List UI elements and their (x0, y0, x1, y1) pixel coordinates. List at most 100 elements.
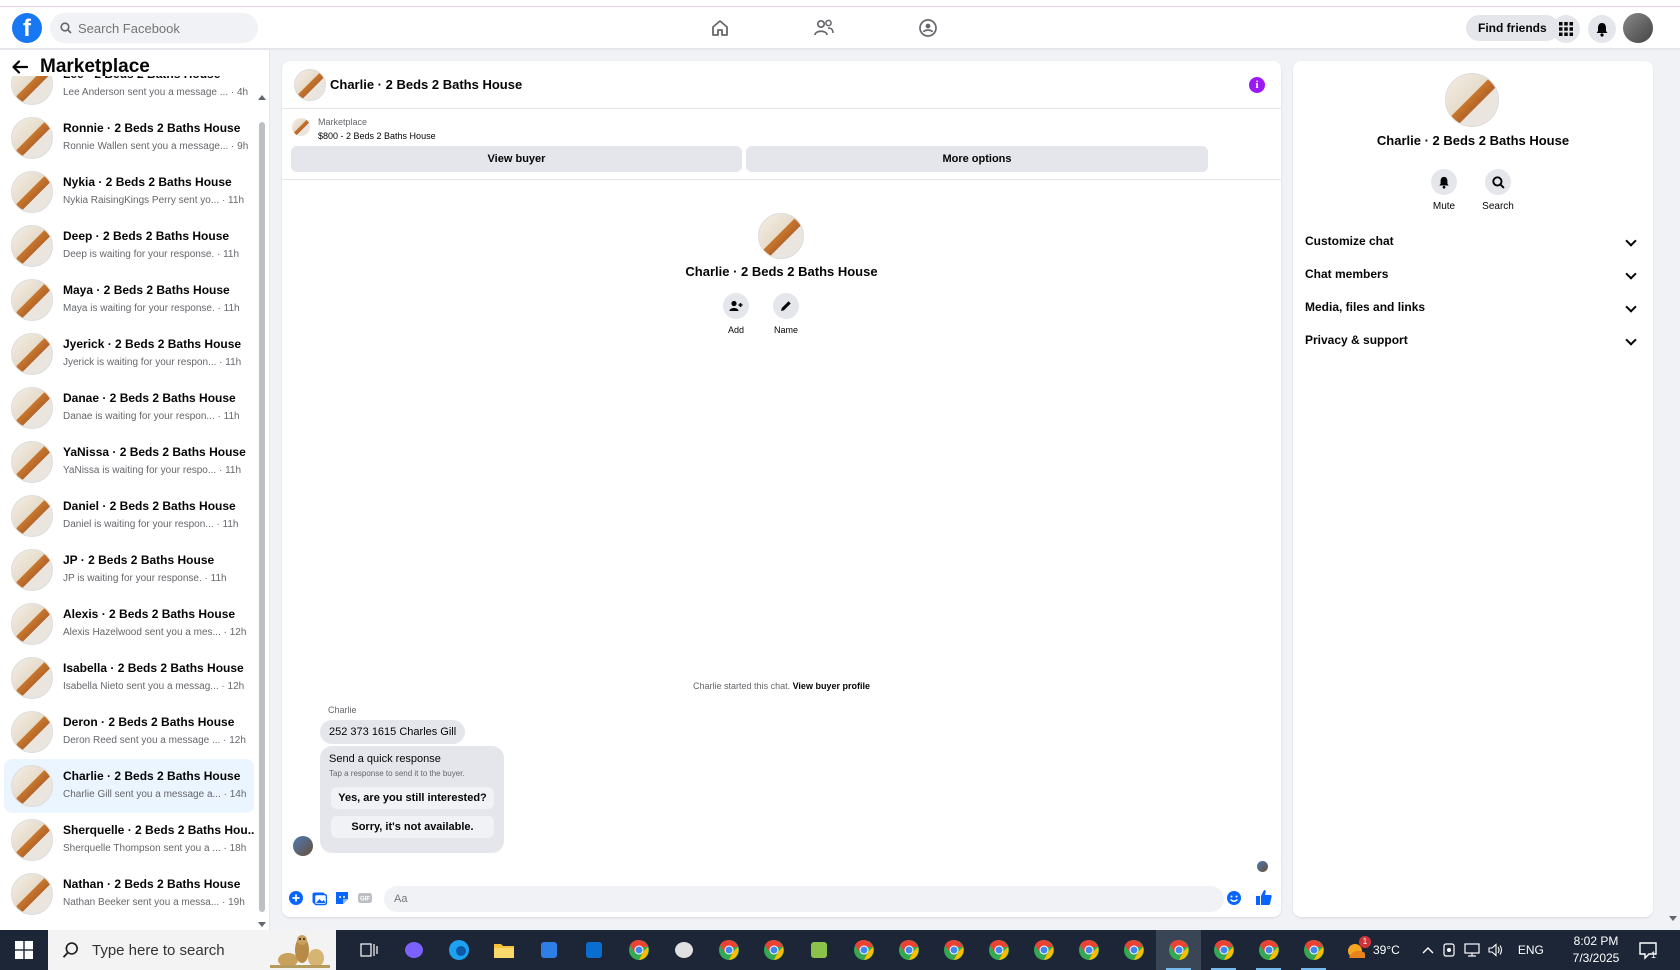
windows-logo-icon (15, 941, 33, 959)
seen-indicator (1257, 861, 1268, 872)
conversation-item[interactable]: JP · 2 Beds 2 Baths House JP is waiting f… (4, 543, 254, 597)
conversation-item[interactable]: Deep · 2 Beds 2 Baths House Deep is waiti… (4, 219, 254, 273)
photo-icon[interactable] (311, 890, 327, 906)
groups-icon[interactable] (908, 11, 948, 45)
network-icon[interactable] (1464, 943, 1480, 957)
conversation-item[interactable]: YaNissa · 2 Beds 2 Baths House YaNissa is… (4, 435, 254, 489)
view-buyer-profile-link[interactable]: View buyer profile (793, 681, 870, 691)
temperature: 39°C (1373, 943, 1400, 957)
weather-widget[interactable]: 1 39°C (1345, 936, 1400, 960)
chat-title[interactable]: Charlie · 2 Beds 2 Baths House (330, 77, 522, 92)
conversation-item[interactable]: Alexis · 2 Beds 2 Baths House Alexis Haze… (4, 597, 254, 651)
scroll-down-arrow-icon[interactable] (258, 922, 266, 928)
mute-button[interactable]: Mute (1419, 169, 1469, 212)
facebook-logo[interactable]: f (12, 13, 42, 43)
scroll-down-arrow-icon[interactable] (1669, 916, 1677, 922)
chevron-down-icon (1625, 235, 1637, 247)
search-box[interactable] (50, 13, 258, 43)
view-buyer-button[interactable]: View buyer (291, 146, 742, 172)
paint-icon[interactable] (661, 930, 706, 970)
bell-icon (1439, 176, 1449, 189)
conversation-item[interactable]: Jyerick · 2 Beds 2 Baths House Jyerick is… (4, 327, 254, 381)
taskbar-clock[interactable]: 8:02 PM 7/3/2025 (1560, 933, 1632, 967)
taskbar-search[interactable]: Type here to search (48, 930, 336, 970)
conversation-thumbnail (11, 171, 53, 213)
chrome-profile-icon[interactable] (751, 930, 796, 970)
conversation-item[interactable]: Nathan · 2 Beds 2 Baths House Nathan Beek… (4, 867, 254, 921)
customize-chat-section[interactable]: Customize chat (1305, 226, 1641, 256)
conversation-preview: Deep is waiting for your response. · 11h (63, 249, 240, 260)
emoji-icon[interactable] (1226, 890, 1242, 906)
conversation-item[interactable]: Sherquelle · 2 Beds 2 Baths Hou... Sherqu… (4, 813, 254, 867)
conversation-name: YaNissa · 2 Beds 2 Baths House (63, 445, 246, 459)
page-scrollbar[interactable] (1668, 50, 1678, 930)
conversation-preview: YaNissa is waiting for your respo... · 1… (63, 465, 242, 476)
sidebar-scrollbar[interactable] (258, 84, 266, 927)
name-chat-button[interactable]: Name (756, 293, 816, 335)
conversation-item[interactable]: Nykia · 2 Beds 2 Baths House Nykia Raisin… (4, 165, 254, 219)
scroll-thumb[interactable] (259, 122, 265, 912)
spreadsheet-app-icon[interactable] (796, 930, 841, 970)
chrome-profile-icon[interactable] (1156, 930, 1201, 970)
task-view-icon[interactable] (346, 930, 391, 970)
conversation-item[interactable]: Isabella · 2 Beds 2 Baths House Isabella … (4, 651, 254, 705)
friends-icon[interactable] (804, 11, 844, 45)
back-arrow-icon[interactable] (12, 60, 28, 74)
chrome-profile-icon[interactable] (841, 930, 886, 970)
chrome-profile-icon[interactable] (1066, 930, 1111, 970)
find-friends-button[interactable]: Find friends (1466, 15, 1559, 41)
thumbs-up-icon[interactable] (1255, 888, 1273, 906)
chrome-profile-icon[interactable] (1111, 930, 1156, 970)
notification-center-icon[interactable]: 1 (1636, 938, 1660, 962)
volume-icon[interactable] (1488, 943, 1504, 957)
edge-icon[interactable] (436, 930, 481, 970)
conversation-item[interactable]: Danae · 2 Beds 2 Baths House Danae is wai… (4, 381, 254, 435)
chrome-profile-icon[interactable] (1201, 930, 1246, 970)
chrome-profile-icon[interactable] (1246, 930, 1291, 970)
more-options-button[interactable]: More options (746, 146, 1208, 172)
conversation-item[interactable]: Daniel · 2 Beds 2 Baths House Daniel is w… (4, 489, 254, 543)
chrome-profile-icon[interactable] (706, 930, 751, 970)
search-input[interactable] (78, 20, 248, 36)
chevron-up-icon[interactable] (1422, 946, 1434, 954)
chrome-profile-icon[interactable] (1021, 930, 1066, 970)
meet-now-icon[interactable] (1442, 943, 1456, 957)
microsoft-store-icon[interactable] (526, 930, 571, 970)
menu-grid-icon[interactable] (1552, 15, 1580, 43)
search-in-chat-button[interactable]: Search (1473, 169, 1523, 212)
sticker-icon[interactable] (334, 890, 350, 906)
info-icon[interactable]: i (1249, 77, 1265, 93)
chrome-profile-icon[interactable] (976, 930, 1021, 970)
notifications-bell-icon[interactable] (1588, 15, 1616, 43)
chrome-profile-icon[interactable] (931, 930, 976, 970)
plus-circle-icon[interactable] (288, 890, 304, 906)
windows-start-button[interactable] (0, 930, 48, 970)
conversation-item[interactable]: Charlie · 2 Beds 2 Baths House Charlie Gi… (4, 759, 254, 813)
file-explorer-icon[interactable] (481, 930, 526, 970)
copilot-icon[interactable] (391, 930, 436, 970)
chat-members-section[interactable]: Chat members (1305, 259, 1641, 289)
profile-avatar[interactable] (1623, 13, 1653, 43)
conversation-item[interactable]: Maya · 2 Beds 2 Baths House Maya is waiti… (4, 273, 254, 327)
notification-count: 1 (1651, 950, 1657, 960)
chat-avatar[interactable] (294, 69, 326, 101)
conversation-item[interactable]: Ronnie · 2 Beds 2 Baths House Ronnie Wall… (4, 111, 254, 165)
input-language[interactable]: ENG (1518, 943, 1544, 957)
section-label: Media, files and links (1305, 300, 1426, 314)
quick-response-interested[interactable]: Yes, are you still interested? (331, 787, 494, 809)
message-bubble[interactable]: 252 373 1615 Charles Gill (320, 720, 466, 744)
chrome-profile-icon[interactable] (886, 930, 931, 970)
listing-title[interactable]: $800 - 2 Beds 2 Baths House (318, 131, 436, 141)
gif-icon[interactable]: GIF (357, 890, 373, 906)
media-files-links-section[interactable]: Media, files and links (1305, 292, 1641, 322)
privacy-support-section[interactable]: Privacy & support (1305, 325, 1641, 355)
message-input[interactable] (384, 886, 1224, 912)
outlook-icon[interactable] (571, 930, 616, 970)
conversation-item[interactable]: Lee · 2 Beds 2 Baths House Lee Anderson s… (4, 76, 254, 111)
scroll-up-arrow-icon[interactable] (258, 94, 266, 100)
home-icon[interactable] (700, 11, 740, 45)
quick-response-not-available[interactable]: Sorry, it's not available. (331, 816, 494, 838)
conversation-item[interactable]: Deron · 2 Beds 2 Baths House Deron Reed s… (4, 705, 254, 759)
chrome-profile-icon[interactable] (1291, 930, 1336, 970)
chrome-icon[interactable] (616, 930, 661, 970)
